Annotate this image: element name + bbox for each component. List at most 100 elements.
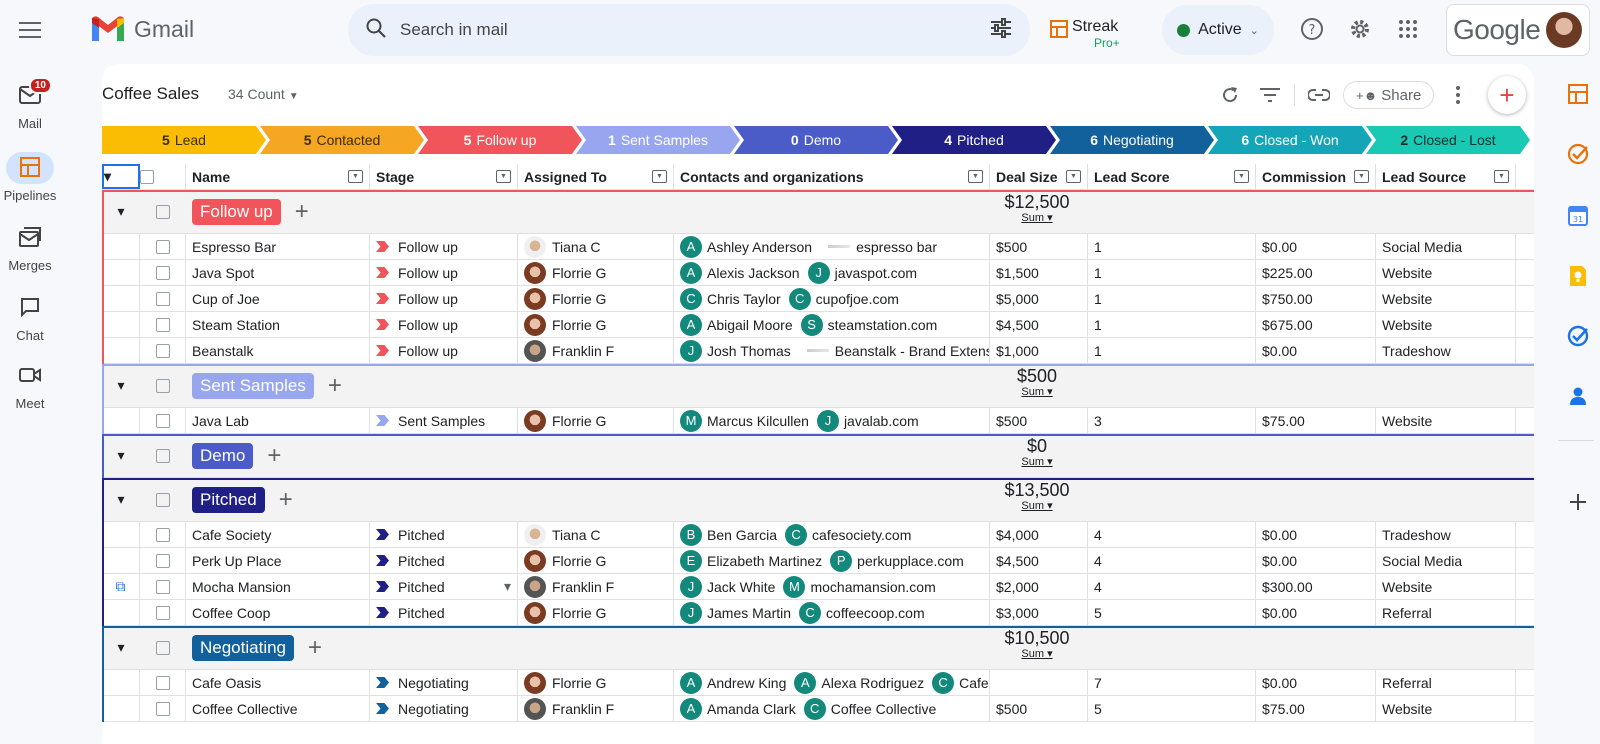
deal-size[interactable]: $500 [990, 234, 1088, 259]
stage-cell[interactable]: Pitched [370, 548, 518, 573]
deal-size[interactable]: $4,000 [990, 522, 1088, 547]
group-checkbox[interactable] [156, 448, 170, 463]
assigned-cell[interactable]: Florrie G [518, 312, 674, 337]
collapse-toggle[interactable]: ▾ [102, 626, 140, 669]
contacts-cell[interactable]: C Chris Taylor Ccupofjoe.com [674, 286, 990, 311]
caret-down-icon[interactable]: ▾ [504, 578, 511, 595]
stage-cell[interactable]: Follow up [370, 260, 518, 285]
share-button[interactable]: +☻ Share [1343, 81, 1435, 109]
checkbox-cell[interactable] [140, 408, 186, 433]
checkbox-cell[interactable] [140, 626, 186, 669]
sum-dropdown[interactable]: Sum ▾ [1000, 647, 1074, 660]
assigned-cell[interactable]: Franklin F [518, 338, 674, 363]
lead-source[interactable]: Website [1376, 286, 1516, 311]
add-row-button[interactable]: + [328, 372, 342, 400]
row-checkbox[interactable] [155, 343, 170, 358]
commission[interactable]: $75.00 [1256, 696, 1376, 721]
sum-dropdown[interactable]: Sum ▾ [1000, 455, 1074, 468]
row-checkbox[interactable] [155, 553, 170, 568]
checkbox-cell[interactable] [140, 574, 186, 599]
org-chip[interactable]: Ccoffeecoop.com [799, 601, 925, 624]
commission[interactable]: $750.00 [1256, 286, 1376, 311]
commission[interactable]: $225.00 [1256, 260, 1376, 285]
group-stage-pill[interactable]: Pitched [192, 486, 265, 513]
row-checkbox[interactable] [155, 527, 170, 542]
commission[interactable]: $0.00 [1256, 522, 1376, 547]
stage-cell[interactable]: Negotiating [370, 696, 518, 721]
column-menu-icon[interactable]: ▼ [1354, 170, 1369, 183]
lead-score[interactable]: 5 [1088, 600, 1256, 625]
box-name[interactable]: Mocha Mansion [186, 574, 370, 599]
checkbox-cell[interactable] [140, 434, 186, 477]
assigned-cell[interactable]: Florrie G [518, 600, 674, 625]
status-selector[interactable]: Active ⌄ [1162, 5, 1274, 55]
contact-chip[interactable]: J Josh Thomas [680, 339, 791, 362]
collapse-toggle[interactable]: ▾ [102, 434, 140, 477]
stage-negotiating[interactable]: 6 Negotiating [1050, 126, 1214, 154]
contact-chip[interactable]: A Ashley Anderson [680, 235, 812, 258]
add-icon[interactable] [1566, 490, 1590, 514]
org-chip[interactable]: A Alexa Rodriguez [794, 671, 924, 694]
lead-score[interactable]: 4 [1088, 574, 1256, 599]
column-menu-icon[interactable]: ▼ [1066, 170, 1081, 183]
contacts-cell[interactable]: B Ben Garcia Ccafesociety.com [674, 522, 990, 547]
checkbox-cell[interactable] [140, 260, 186, 285]
deal-size[interactable]: $1,000 [990, 338, 1088, 363]
checkbox-cell[interactable] [140, 600, 186, 625]
row-checkbox[interactable] [155, 579, 170, 594]
contact-chip[interactable]: A Amanda Clark [680, 697, 796, 720]
checkbox-cell[interactable] [140, 286, 186, 311]
stage-cell[interactable]: Follow up [370, 312, 518, 337]
nav-meet[interactable]: Meet [0, 360, 60, 411]
row-open-cell[interactable] [102, 548, 140, 573]
help-icon[interactable]: ? [1292, 9, 1332, 49]
stage-cell[interactable]: Pitched ▾ [370, 574, 518, 599]
stage-lead[interactable]: 5 Lead [102, 126, 266, 154]
column-header[interactable]: Assigned To ▼ [518, 164, 674, 189]
stage-closed-won[interactable]: 6 Closed - Won [1208, 126, 1372, 154]
table-row[interactable]: Cafe Oasis Negotiating Florrie G A Andrew Ki… [102, 670, 1548, 696]
table-row[interactable]: Coffee Collective Negotiating Franklin F AA… [102, 696, 1548, 722]
group-stage-pill[interactable]: Demo [192, 442, 254, 469]
nav-chat[interactable]: Chat [0, 292, 60, 343]
column-menu-icon[interactable]: ▼ [496, 170, 511, 183]
contacts-cell[interactable]: A Ashley Anderson espresso bar [674, 234, 990, 259]
stage-cell[interactable]: Follow up [370, 234, 518, 259]
assigned-cell[interactable]: Florrie G [518, 548, 674, 573]
box-name[interactable]: Beanstalk [186, 338, 370, 363]
box-name[interactable]: Java Lab [186, 408, 370, 433]
row-open-cell[interactable] [102, 600, 140, 625]
deal-size[interactable]: $4,500 [990, 548, 1088, 573]
group-stage-pill[interactable]: Negotiating [192, 634, 295, 661]
search-input[interactable]: Search in mail [400, 20, 990, 40]
org-chip[interactable]: Jjavaspot.com [807, 261, 917, 284]
stage-cell[interactable]: Follow up [370, 286, 518, 311]
column-menu-icon[interactable]: ▼ [1494, 170, 1509, 183]
row-open-cell[interactable] [102, 338, 140, 363]
lead-source[interactable]: Social Media [1376, 548, 1516, 573]
checkbox-cell[interactable] [140, 190, 186, 233]
table-row[interactable]: Java Spot Follow up Florrie G A Alexis Jacks… [102, 260, 1548, 286]
contacts-cell[interactable]: J Jack White Mmochamansion.com [674, 574, 990, 599]
lead-source[interactable]: Website [1376, 696, 1516, 721]
lead-source[interactable]: Website [1376, 574, 1516, 599]
search-bar[interactable]: Search in mail [348, 4, 1030, 56]
checkbox-cell[interactable] [140, 696, 186, 721]
table-row[interactable]: Perk Up Place Pitched Florrie G E Elizabeth … [102, 548, 1548, 574]
lead-source[interactable]: Tradeshow [1376, 338, 1516, 363]
menu-icon[interactable] [18, 18, 42, 42]
contact-chip[interactable]: B Ben Garcia [680, 523, 777, 546]
column-header[interactable]: Lead Score ▼ [1088, 164, 1256, 189]
lead-score[interactable]: 7 [1088, 670, 1256, 695]
commission[interactable]: $300.00 [1256, 574, 1376, 599]
lead-score[interactable]: 1 [1088, 234, 1256, 259]
sum-dropdown[interactable]: Sum ▾ [1000, 499, 1074, 512]
column-header[interactable]: Name ▼ [186, 164, 370, 189]
sum-dropdown[interactable]: Sum ▾ [1000, 385, 1074, 398]
add-row-button[interactable]: + [295, 198, 309, 226]
assigned-cell[interactable]: Florrie G [518, 408, 674, 433]
row-checkbox[interactable] [155, 291, 170, 306]
row-open-cell[interactable] [102, 286, 140, 311]
assigned-cell[interactable]: Florrie G [518, 286, 674, 311]
group-stage-pill[interactable]: Follow up [192, 198, 281, 225]
